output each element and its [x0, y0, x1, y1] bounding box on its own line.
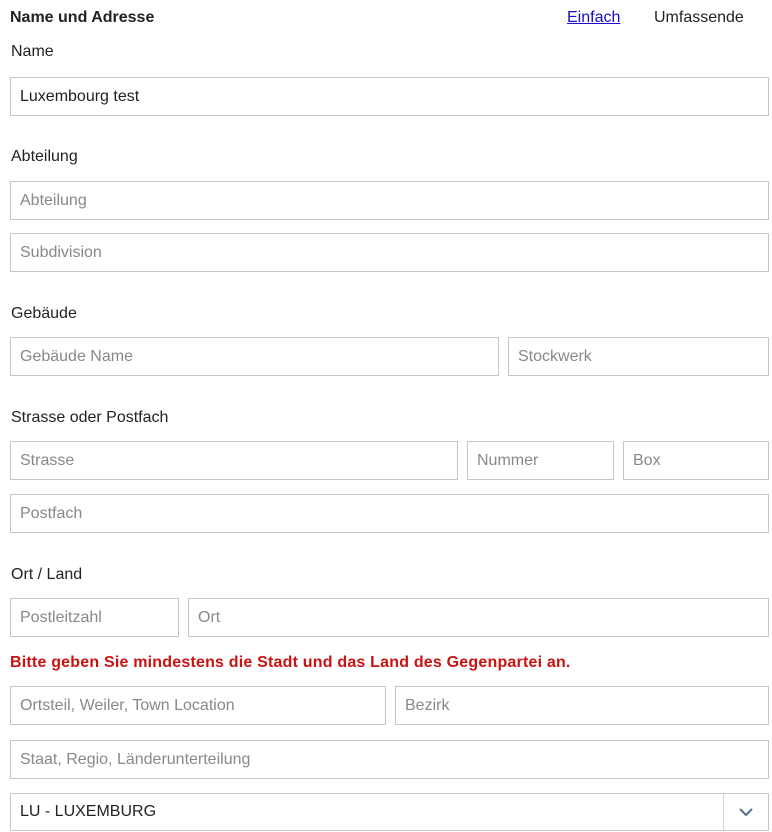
name-label: Name: [11, 43, 54, 60]
town-location-input[interactable]: [10, 686, 386, 725]
section-title: Name und Adresse: [10, 9, 155, 26]
subdivision-input[interactable]: [10, 233, 769, 272]
district-input[interactable]: [395, 686, 769, 725]
state-input[interactable]: [10, 740, 769, 779]
postal-code-input[interactable]: [10, 598, 179, 637]
department-input[interactable]: [10, 181, 769, 220]
building-name-input[interactable]: [10, 337, 499, 376]
country-select-value: LU - LUXEMBURG: [20, 803, 157, 820]
country-select[interactable]: LU - LUXEMBURG: [10, 793, 769, 831]
street-input[interactable]: [10, 441, 458, 480]
error-message: Bitte geben Sie mindestens die Stadt und…: [10, 654, 571, 671]
city-input[interactable]: [188, 598, 769, 637]
mode-full-option[interactable]: Umfassende: [654, 9, 744, 27]
box-input[interactable]: [623, 441, 769, 480]
street-label: Strasse oder Postfach: [11, 409, 169, 426]
chevron-down-icon[interactable]: [723, 794, 768, 830]
floor-input[interactable]: [508, 337, 769, 376]
building-label: Gebäude: [11, 305, 77, 322]
name-input[interactable]: [10, 77, 769, 116]
house-number-input[interactable]: [467, 441, 614, 480]
department-label: Abteilung: [11, 148, 78, 165]
location-label: Ort / Land: [11, 566, 83, 583]
mode-simple-link[interactable]: Einfach: [567, 9, 620, 27]
pobox-input[interactable]: [10, 494, 769, 533]
